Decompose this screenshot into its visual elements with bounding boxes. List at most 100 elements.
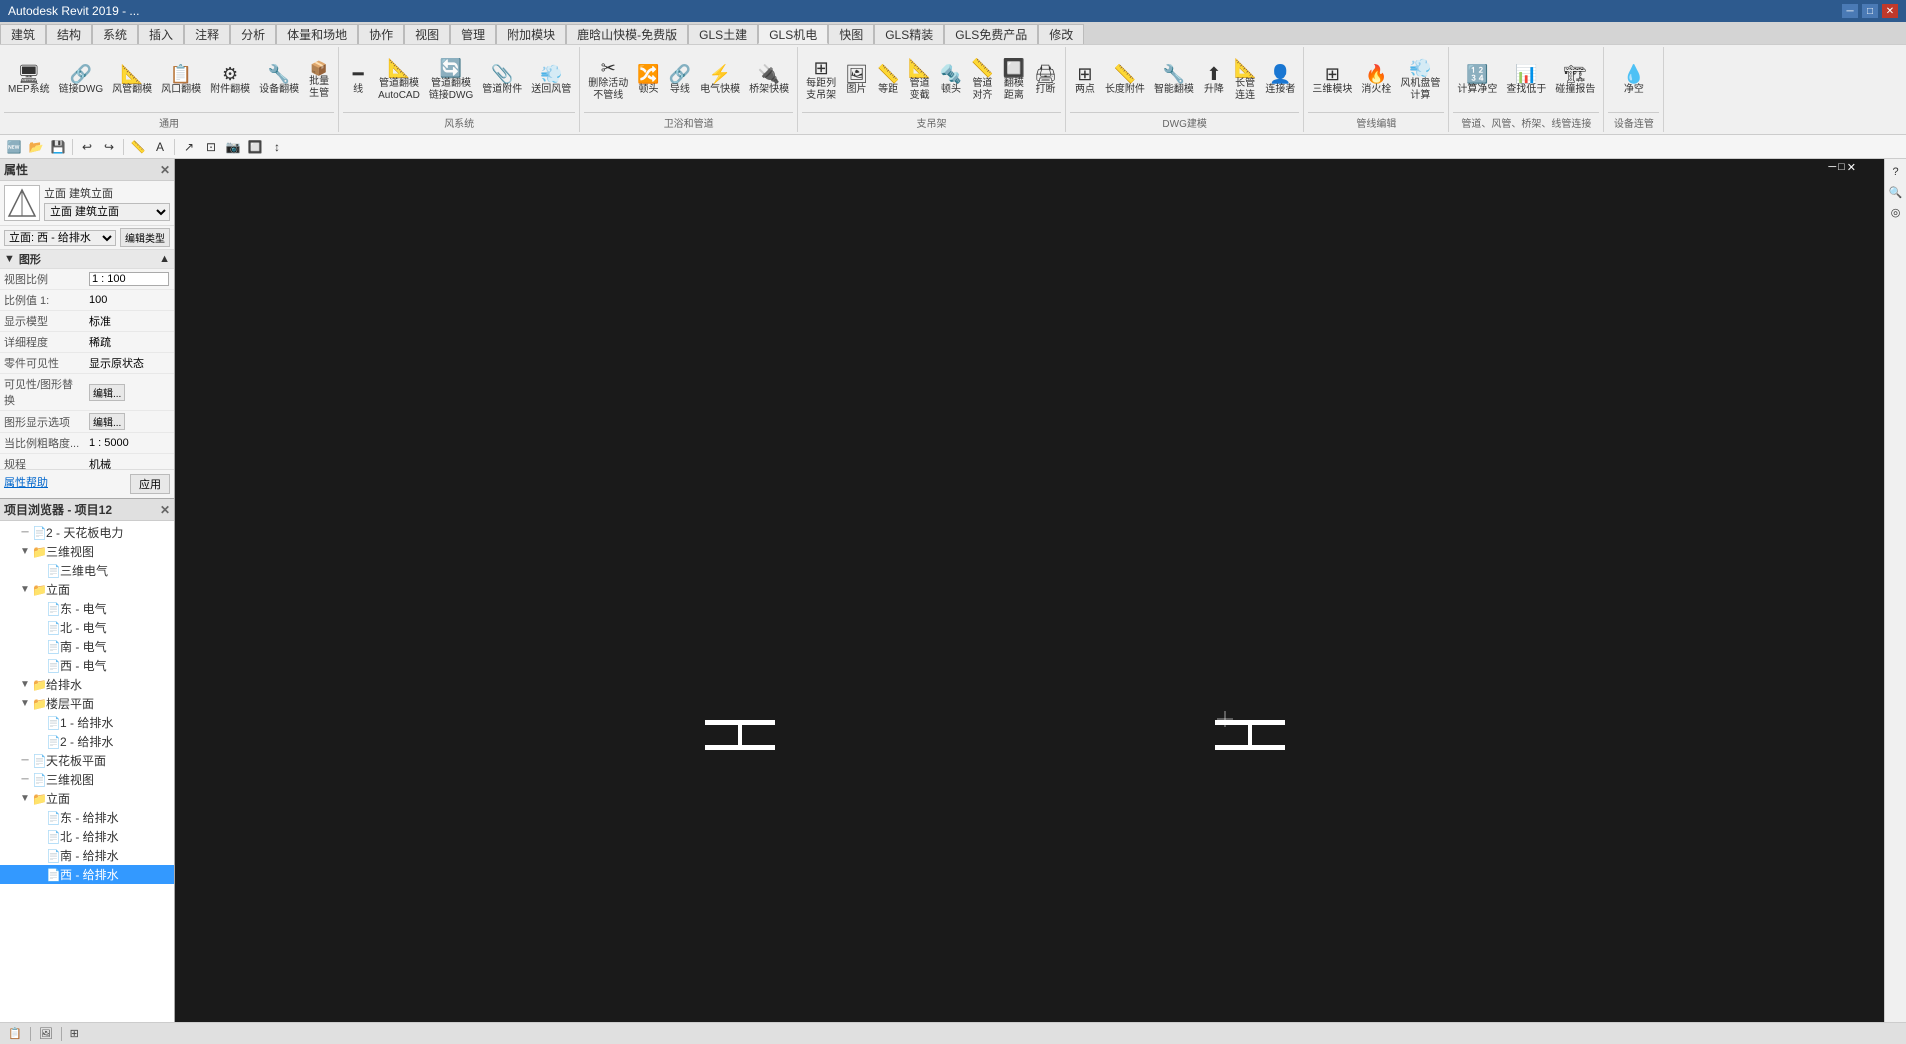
prop-input[interactable] — [89, 272, 169, 286]
btn-songhuifengguan[interactable]: 💨 送回风管 — [527, 62, 575, 99]
tab-tiliang[interactable]: 体量和场地 — [276, 24, 358, 44]
tree-item[interactable]: 📄西 - 给排水 — [0, 865, 174, 884]
btn-mep-xitong[interactable]: 🖥 MEP系统 — [4, 62, 54, 99]
apply-btn[interactable]: 应用 — [130, 474, 170, 494]
section-scroll-up[interactable]: ▲ — [159, 253, 170, 265]
tb2-text[interactable]: A — [150, 137, 170, 157]
tree-toggle[interactable]: ─ — [18, 774, 32, 785]
btn-guandao-fujian[interactable]: 📎 管道附件 — [478, 62, 526, 99]
canvas-minimize[interactable]: ─ — [1828, 161, 1836, 174]
tb2-measure[interactable]: 📏 — [128, 137, 148, 157]
btn-fengkou-fanmo[interactable]: 📋 风口翻模 — [157, 62, 205, 99]
tree-item[interactable]: 📄1 - 给排水 — [0, 713, 174, 732]
btn-meiju-lie[interactable]: ⊞ 每距列支吊架 — [802, 56, 840, 105]
btn-guandao-bianjie[interactable]: 📐 管道变截 — [904, 56, 934, 105]
btn-duntou2[interactable]: 🔩 顿头 — [936, 62, 966, 99]
tab-shitu[interactable]: 视图 — [404, 24, 450, 44]
view-type-select[interactable]: 立面 建筑立面 — [44, 203, 170, 221]
btn-lianjianzhe[interactable]: 👤 连接者 — [1261, 62, 1299, 99]
tree-item[interactable]: 📄北 - 给排水 — [0, 827, 174, 846]
tab-fenxi[interactable]: 分析 — [230, 24, 276, 44]
pb-close-btn[interactable]: ✕ — [160, 503, 170, 517]
tb2-detail2[interactable]: ⊡ — [201, 137, 221, 157]
btn-xian[interactable]: ━ 线 — [343, 62, 373, 99]
btn-zhineng-fanmo[interactable]: 🔧 智能翻模 — [1150, 62, 1198, 99]
tree-item[interactable]: 📄三维电气 — [0, 561, 174, 580]
tab-xitong[interactable]: 系统 — [92, 24, 138, 44]
btn-fengguan-fanmo[interactable]: 📐 风管翻模 — [108, 62, 156, 99]
btn-duntou[interactable]: 🔀 顿头 — [633, 62, 663, 99]
section-toggle[interactable]: ▼ — [4, 253, 15, 265]
tab-gls-jingzhuang[interactable]: GLS精装 — [874, 24, 944, 44]
tb2-new[interactable]: 🆕 — [4, 137, 24, 157]
btn-dengju[interactable]: 📏 等距 — [873, 62, 903, 99]
tb2-3d[interactable]: 🔲 — [245, 137, 265, 157]
btn-pengzhuang[interactable]: 🏗 碰撞报告 — [1551, 62, 1599, 99]
tree-toggle[interactable]: ▼ — [18, 546, 32, 557]
tab-fujia[interactable]: 附加模块 — [496, 24, 566, 44]
tb2-save[interactable]: 💾 — [48, 137, 68, 157]
tree-item[interactable]: 📄东 - 给排水 — [0, 808, 174, 827]
canvas-maximize[interactable]: □ — [1838, 161, 1845, 174]
prop-filter-select[interactable]: 立面: 西 - 给排水 — [4, 230, 116, 246]
tree-item[interactable]: ▼📁三维视图 — [0, 542, 174, 561]
btn-jingkong[interactable]: 💧 净空 — [1619, 62, 1649, 99]
tree-toggle[interactable]: ▼ — [18, 584, 32, 595]
close-btn[interactable]: ✕ — [1882, 4, 1898, 18]
btn-delete-inactive[interactable]: ✂ 删除活动不管线 — [584, 56, 632, 105]
prop-edit-btn[interactable]: 编辑... — [89, 413, 125, 430]
tree-item[interactable]: 📄北 - 电气 — [0, 618, 174, 637]
maximize-btn[interactable]: □ — [1862, 4, 1878, 18]
btn-lianjie-dwg[interactable]: 🔗 链接DWG — [55, 62, 107, 99]
tree-item[interactable]: ─📄天花板平面 — [0, 751, 174, 770]
rt-navigate[interactable]: ◎ — [1887, 203, 1905, 221]
btn-changdu-fujian[interactable]: 📏 长度附件 — [1101, 62, 1149, 99]
tree-item[interactable]: 📄南 - 电气 — [0, 637, 174, 656]
minimize-btn[interactable]: ─ — [1842, 4, 1858, 18]
tree-toggle[interactable]: ▼ — [18, 698, 32, 709]
tab-jianzhu[interactable]: 建筑 — [0, 24, 46, 44]
btn-shebei-fanmo[interactable]: 🔧 设备翻模 — [255, 62, 303, 99]
btn-tupian[interactable]: 🖼 图片 — [841, 62, 872, 99]
btn-qiaojia-kuaimo[interactable]: 🔌 桥架快模 — [745, 62, 793, 99]
tab-charu[interactable]: 插入 — [138, 24, 184, 44]
tab-jiegou[interactable]: 结构 — [46, 24, 92, 44]
btn-sanwei-mokuai[interactable]: ⊞ 三维模块 — [1308, 62, 1356, 99]
tree-item[interactable]: ─📄三维视图 — [0, 770, 174, 789]
tb2-redo[interactable]: ↪ — [99, 137, 119, 157]
btn-piliang-shenguan[interactable]: 📦 批量生管 — [304, 58, 334, 103]
prop-edit-btn[interactable]: 编辑... — [89, 384, 125, 401]
btn-xiaohuo[interactable]: 🔥 消火栓 — [1357, 62, 1395, 99]
btn-daoxian[interactable]: 🔗 导线 — [665, 62, 695, 99]
tree-item[interactable]: ▼📁立面 — [0, 789, 174, 808]
rt-zoom[interactable]: 🔍 — [1887, 183, 1905, 201]
btn-fengjipanguan[interactable]: 💨 风机盘管计算 — [1396, 56, 1444, 105]
btn-daotou[interactable]: 🖨 打断 — [1030, 62, 1061, 99]
btn-guandao-duiqi[interactable]: 📏 管道对齐 — [967, 56, 997, 105]
tb2-camera[interactable]: 📷 — [223, 137, 243, 157]
canvas-close[interactable]: ✕ — [1847, 161, 1856, 174]
tree-item[interactable]: 📄东 - 电气 — [0, 599, 174, 618]
btn-changguanlian[interactable]: 📐 长管连连 — [1230, 56, 1260, 105]
btn-shengjiang[interactable]: ⬆ 升降 — [1199, 62, 1229, 99]
edit-type-btn[interactable]: 编辑类型 — [120, 228, 170, 247]
btn-guandao-autocad[interactable]: 📐 管道翻模AutoCAD — [374, 56, 424, 105]
tree-toggle[interactable]: ▼ — [18, 679, 32, 690]
tree-toggle[interactable]: ─ — [18, 527, 32, 538]
view-icon-btn[interactable] — [4, 185, 40, 221]
properties-help-link[interactable]: 属性帮助 — [4, 474, 48, 494]
tb2-undo[interactable]: ↩ — [77, 137, 97, 157]
tree-item[interactable]: ▼📁立面 — [0, 580, 174, 599]
tab-hezuo[interactable]: 协作 — [358, 24, 404, 44]
btn-jisuan-jingkong[interactable]: 🔢 计算净空 — [1453, 62, 1501, 99]
tab-zhushi[interactable]: 注释 — [184, 24, 230, 44]
btn-guandao-dwg[interactable]: 🔄 管道翻模链接DWG — [425, 56, 477, 105]
tab-gls-soil[interactable]: GLS土建 — [688, 24, 758, 44]
btn-fujian-fanmo[interactable]: ⚙ 附件翻模 — [206, 62, 254, 99]
tree-toggle[interactable]: ─ — [18, 755, 32, 766]
rt-help[interactable]: ? — [1887, 163, 1905, 181]
properties-close-btn[interactable]: ✕ — [160, 163, 170, 177]
tree-item[interactable]: 📄南 - 给排水 — [0, 846, 174, 865]
tab-gls-mep[interactable]: GLS机电 — [758, 24, 828, 44]
btn-chazao-diyu[interactable]: 📊 查找低于 — [1502, 62, 1550, 99]
